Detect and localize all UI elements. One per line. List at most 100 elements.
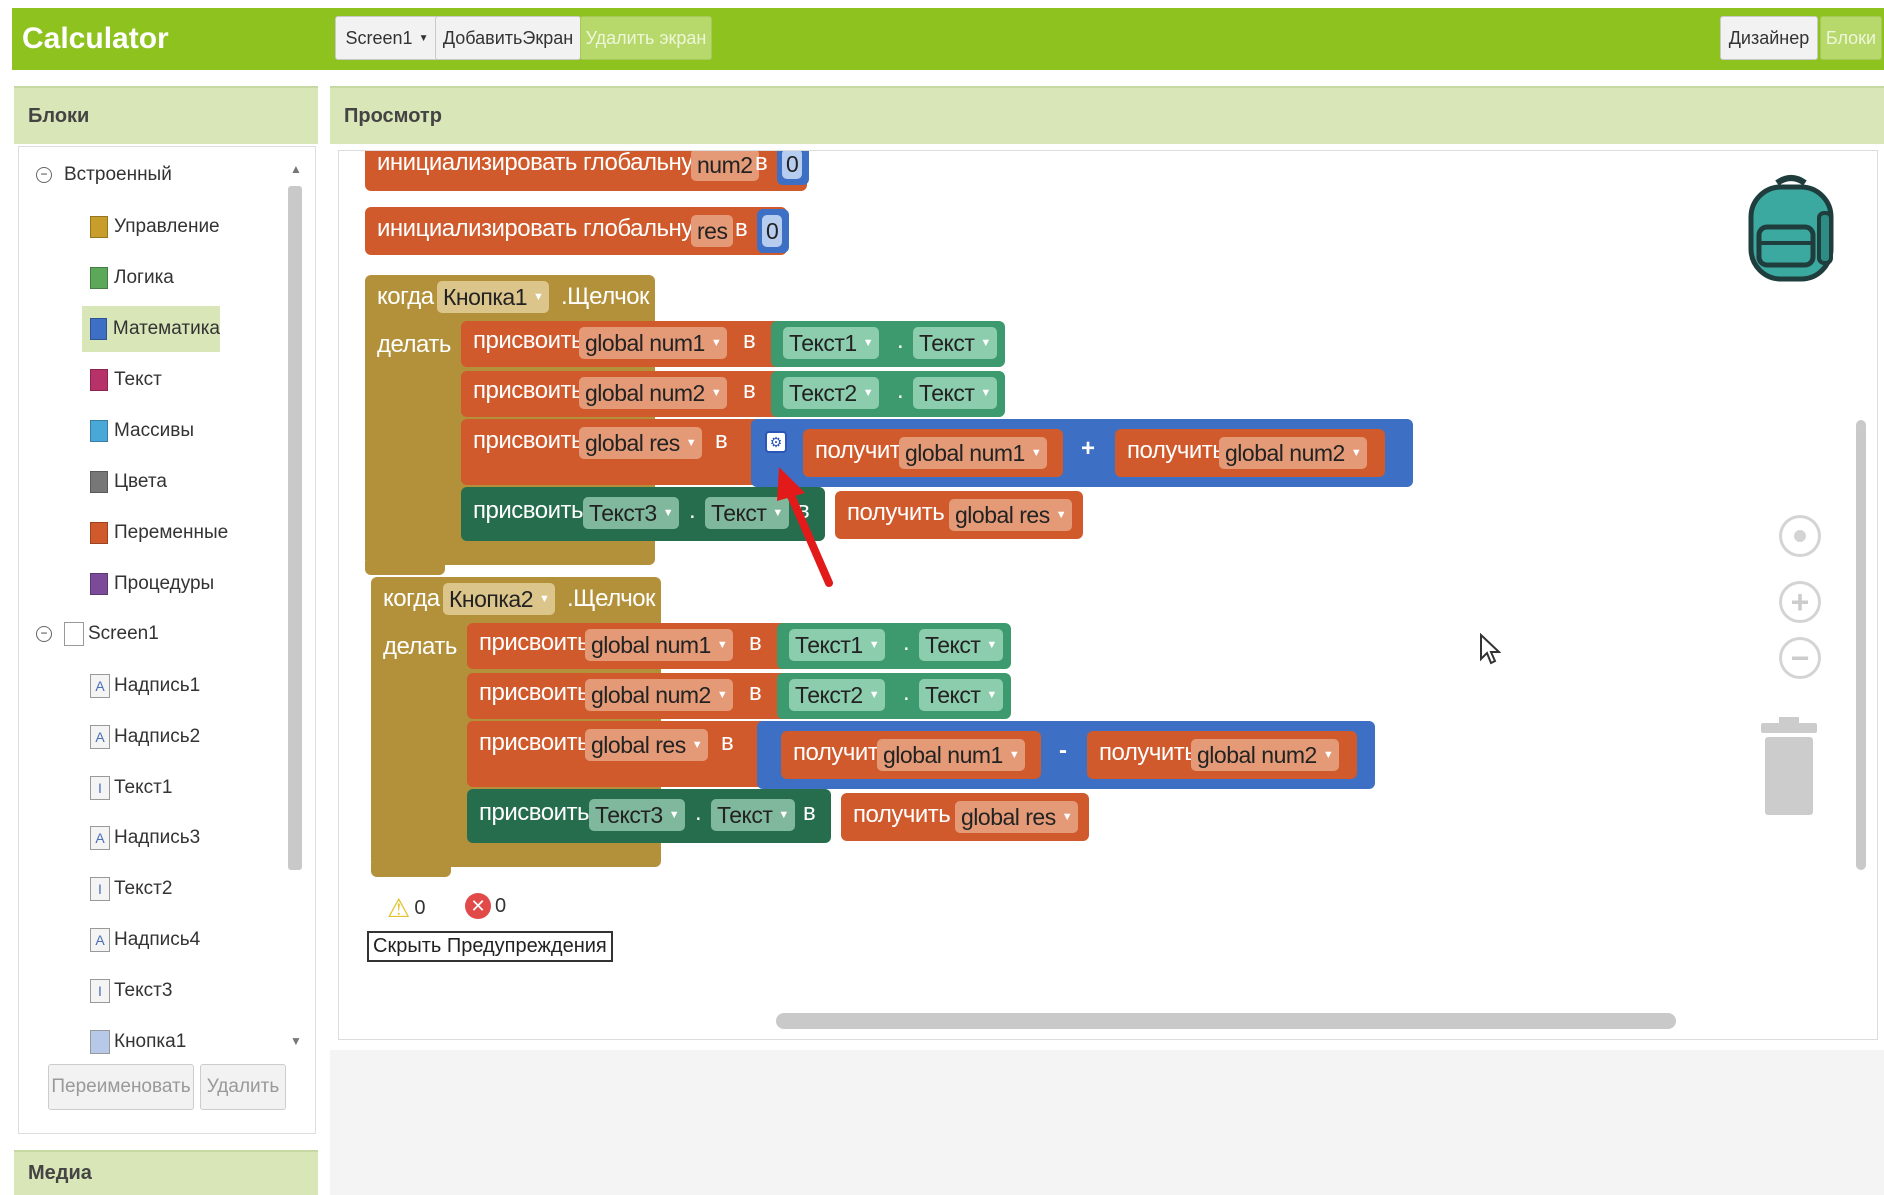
textbox2-text-getter[interactable]: Текст2 ▼ . Текст ▼ — [777, 673, 1011, 719]
tree-scrollbar[interactable] — [288, 186, 302, 870]
chevron-down-icon: ▼ — [862, 387, 874, 399]
get-global-num2-block[interactable]: получить global num2 ▼ — [1115, 429, 1385, 477]
component-label3[interactable]: A Надпись3 — [90, 826, 200, 850]
math-subtract-block[interactable]: получить global num1 ▼ - получить global … — [757, 721, 1375, 789]
property-dropdown[interactable]: Текст ▼ — [913, 327, 997, 359]
scroll-down-icon[interactable]: ▼ — [290, 1034, 302, 1048]
chevron-down-icon: ▼ — [539, 593, 550, 605]
chevron-down-icon: ▼ — [1008, 749, 1020, 761]
component-dropdown[interactable]: Текст2 ▼ — [783, 377, 880, 409]
property-dropdown[interactable]: Текст ▼ — [919, 629, 1003, 661]
center-target-icon[interactable] — [1779, 515, 1821, 557]
component-dropdown[interactable]: Текст1 ▼ — [783, 327, 880, 359]
tree-screen1[interactable]: − Screen1 — [36, 622, 159, 646]
textbox1-text-getter[interactable]: Текст1 ▼ . Текст ▼ — [771, 321, 1005, 367]
drawer-label: Переменные — [114, 522, 229, 543]
component-dropdown[interactable]: Кнопка2 ▼ — [443, 583, 556, 615]
workspace-horizontal-scrollbar[interactable] — [776, 1013, 1676, 1029]
number-block[interactable]: 0 — [777, 151, 809, 185]
block-text: присвоить — [479, 679, 589, 706]
drawer-variables[interactable]: Переменные — [90, 522, 228, 544]
component-dropdown[interactable]: Текст2 ▼ — [789, 679, 886, 711]
var-name-field[interactable]: num2 — [691, 151, 759, 181]
rename-button[interactable]: Переименовать — [48, 1064, 194, 1110]
workspace-vertical-scrollbar[interactable] — [1856, 420, 1866, 870]
property-dropdown[interactable]: Текст ▼ — [711, 799, 795, 831]
var-dropdown[interactable]: global num1 ▼ — [899, 437, 1048, 469]
label-component-icon: A — [90, 725, 110, 749]
var-dropdown[interactable]: global num2 ▼ — [1191, 739, 1340, 771]
collapse-icon[interactable]: − — [36, 626, 52, 642]
component-dropdown[interactable]: Текст1 ▼ — [789, 629, 886, 661]
blocks-button[interactable]: Блоки — [1820, 16, 1882, 60]
errors-indicator[interactable]: ✕ 0 — [465, 893, 506, 919]
math-add-block[interactable]: ⚙ получить global num1 ▼ + получить globa… — [751, 419, 1413, 487]
drawer-text[interactable]: Текст — [90, 369, 162, 391]
var-dropdown[interactable]: global num2 ▼ — [579, 377, 728, 409]
get-global-res-block[interactable]: получить global res ▼ — [841, 793, 1089, 841]
property-name: Текст — [919, 379, 975, 406]
component-button1[interactable]: Кнопка1 — [90, 1030, 186, 1054]
drawer-control[interactable]: Управление — [90, 216, 220, 238]
scroll-up-icon[interactable]: ▲ — [290, 162, 302, 176]
backpack-icon[interactable] — [1743, 173, 1839, 283]
var-dropdown[interactable]: global num2 ▼ — [1219, 437, 1368, 469]
trash-can-icon[interactable] — [1759, 717, 1819, 817]
mutator-gear-icon[interactable]: ⚙ — [765, 431, 787, 453]
collapse-icon[interactable]: − — [36, 167, 52, 183]
screen-select-dropdown[interactable]: Screen1 ▼ — [335, 16, 439, 60]
component-dropdown[interactable]: Кнопка1 ▼ — [437, 281, 550, 313]
drawer-math[interactable]: Математика — [82, 306, 220, 352]
zoom-in-icon[interactable]: + — [1779, 581, 1821, 623]
warnings-indicator[interactable]: ⚠ 0 — [387, 893, 425, 924]
init-global-res-block[interactable]: инициализировать глобальную res в 0 — [365, 207, 789, 255]
get-global-res-block[interactable]: получить global res ▼ — [835, 491, 1083, 539]
component-textbox1[interactable]: I Текст1 — [90, 776, 172, 800]
block-text: присвоить — [479, 799, 589, 826]
var-name: global num2 — [585, 379, 705, 406]
delete-button[interactable]: Удалить — [200, 1064, 286, 1110]
var-dropdown[interactable]: global num2 ▼ — [585, 679, 734, 711]
hide-warnings-button[interactable]: Скрыть Предупреждения — [367, 931, 613, 962]
var-dropdown[interactable]: global res ▼ — [955, 801, 1079, 833]
var-dropdown[interactable]: global num1 ▼ — [877, 739, 1026, 771]
block-text: делать — [377, 331, 451, 358]
component-dropdown[interactable]: Текст3 ▼ — [589, 799, 686, 831]
tree-builtin[interactable]: − Встроенный — [36, 164, 172, 186]
var-dropdown[interactable]: global res ▼ — [579, 427, 703, 459]
property-dropdown[interactable]: Текст ▼ — [913, 377, 997, 409]
component-textbox3[interactable]: I Текст3 — [90, 979, 172, 1003]
component-textbox2[interactable]: I Текст2 — [90, 877, 172, 901]
var-dropdown[interactable]: global num1 ▼ — [579, 327, 728, 359]
textbox1-text-getter[interactable]: Текст1 ▼ . Текст ▼ — [777, 623, 1011, 669]
drawer-lists[interactable]: Массивы — [90, 420, 194, 442]
var-name-field[interactable]: res — [691, 215, 734, 247]
component-label1[interactable]: A Надпись1 — [90, 674, 200, 698]
component-label2[interactable]: A Надпись2 — [90, 725, 200, 749]
var-dropdown[interactable]: global num1 ▼ — [585, 629, 734, 661]
init-global-num2-block[interactable]: инициализировать глобальную num2 в 0 — [365, 151, 809, 191]
number-block[interactable]: 0 — [757, 209, 789, 253]
component-label4[interactable]: A Надпись4 — [90, 928, 200, 952]
set-textbox3-text-block[interactable]: присвоить Текст3 ▼ . Текст ▼ в — [467, 789, 831, 843]
var-dropdown[interactable]: global res ▼ — [585, 729, 709, 761]
var-dropdown[interactable]: global res ▼ — [949, 499, 1073, 531]
designer-button[interactable]: Дизайнер — [1720, 16, 1818, 60]
drawer-label: Массивы — [114, 420, 194, 441]
drawer-colors[interactable]: Цвета — [90, 471, 167, 493]
media-panel-header: Медиа — [14, 1150, 318, 1195]
textbox2-text-getter[interactable]: Текст2 ▼ . Текст ▼ — [771, 371, 1005, 417]
chevron-down-icon: ▼ — [980, 387, 991, 399]
drawer-procedures[interactable]: Процедуры — [90, 573, 214, 595]
component-dropdown[interactable]: Текст3 ▼ — [583, 497, 680, 529]
blocks-workspace[interactable]: инициализировать глобальную num2 в 0 ини… — [338, 150, 1878, 1040]
number-field[interactable]: 0 — [762, 215, 783, 247]
drawer-logic[interactable]: Логика — [90, 267, 174, 289]
add-screen-button[interactable]: ДобавитьЭкран — [435, 16, 581, 60]
property-dropdown[interactable]: Текст ▼ — [919, 679, 1003, 711]
number-field[interactable]: 0 — [782, 151, 803, 179]
get-global-num1-block[interactable]: получить global num1 ▼ — [781, 731, 1041, 779]
remove-screen-button[interactable]: Удалить экран — [580, 16, 712, 60]
zoom-out-icon[interactable]: − — [1779, 637, 1821, 679]
get-global-num2-block[interactable]: получить global num2 ▼ — [1087, 731, 1357, 779]
